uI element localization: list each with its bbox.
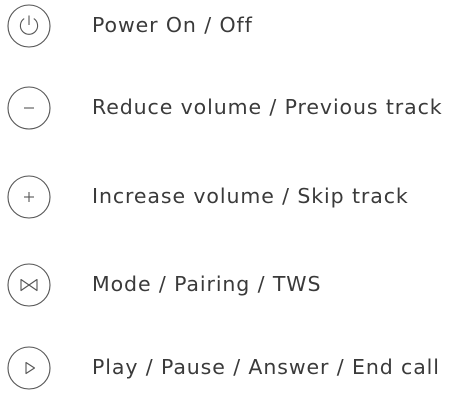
control-label: Play / Pause / Answer / End call bbox=[92, 355, 440, 379]
control-row-volume-up: Increase volume / Skip track bbox=[0, 171, 467, 223]
control-label: Power On / Off bbox=[92, 13, 253, 37]
control-label: Increase volume / Skip track bbox=[92, 184, 409, 208]
control-label: Reduce volume / Previous track bbox=[92, 95, 443, 119]
power-icon bbox=[7, 4, 51, 48]
minus-icon bbox=[7, 86, 51, 130]
control-row-mode: Mode / Pairing / TWS bbox=[0, 259, 467, 311]
plus-icon bbox=[7, 175, 51, 219]
control-row-play: Play / Pause / Answer / End call bbox=[0, 342, 467, 394]
control-row-power: Power On / Off bbox=[0, 0, 467, 52]
control-label: Mode / Pairing / TWS bbox=[92, 272, 322, 296]
play-icon bbox=[7, 346, 51, 390]
mode-icon bbox=[7, 263, 51, 307]
control-row-volume-down: Reduce volume / Previous track bbox=[0, 82, 467, 134]
